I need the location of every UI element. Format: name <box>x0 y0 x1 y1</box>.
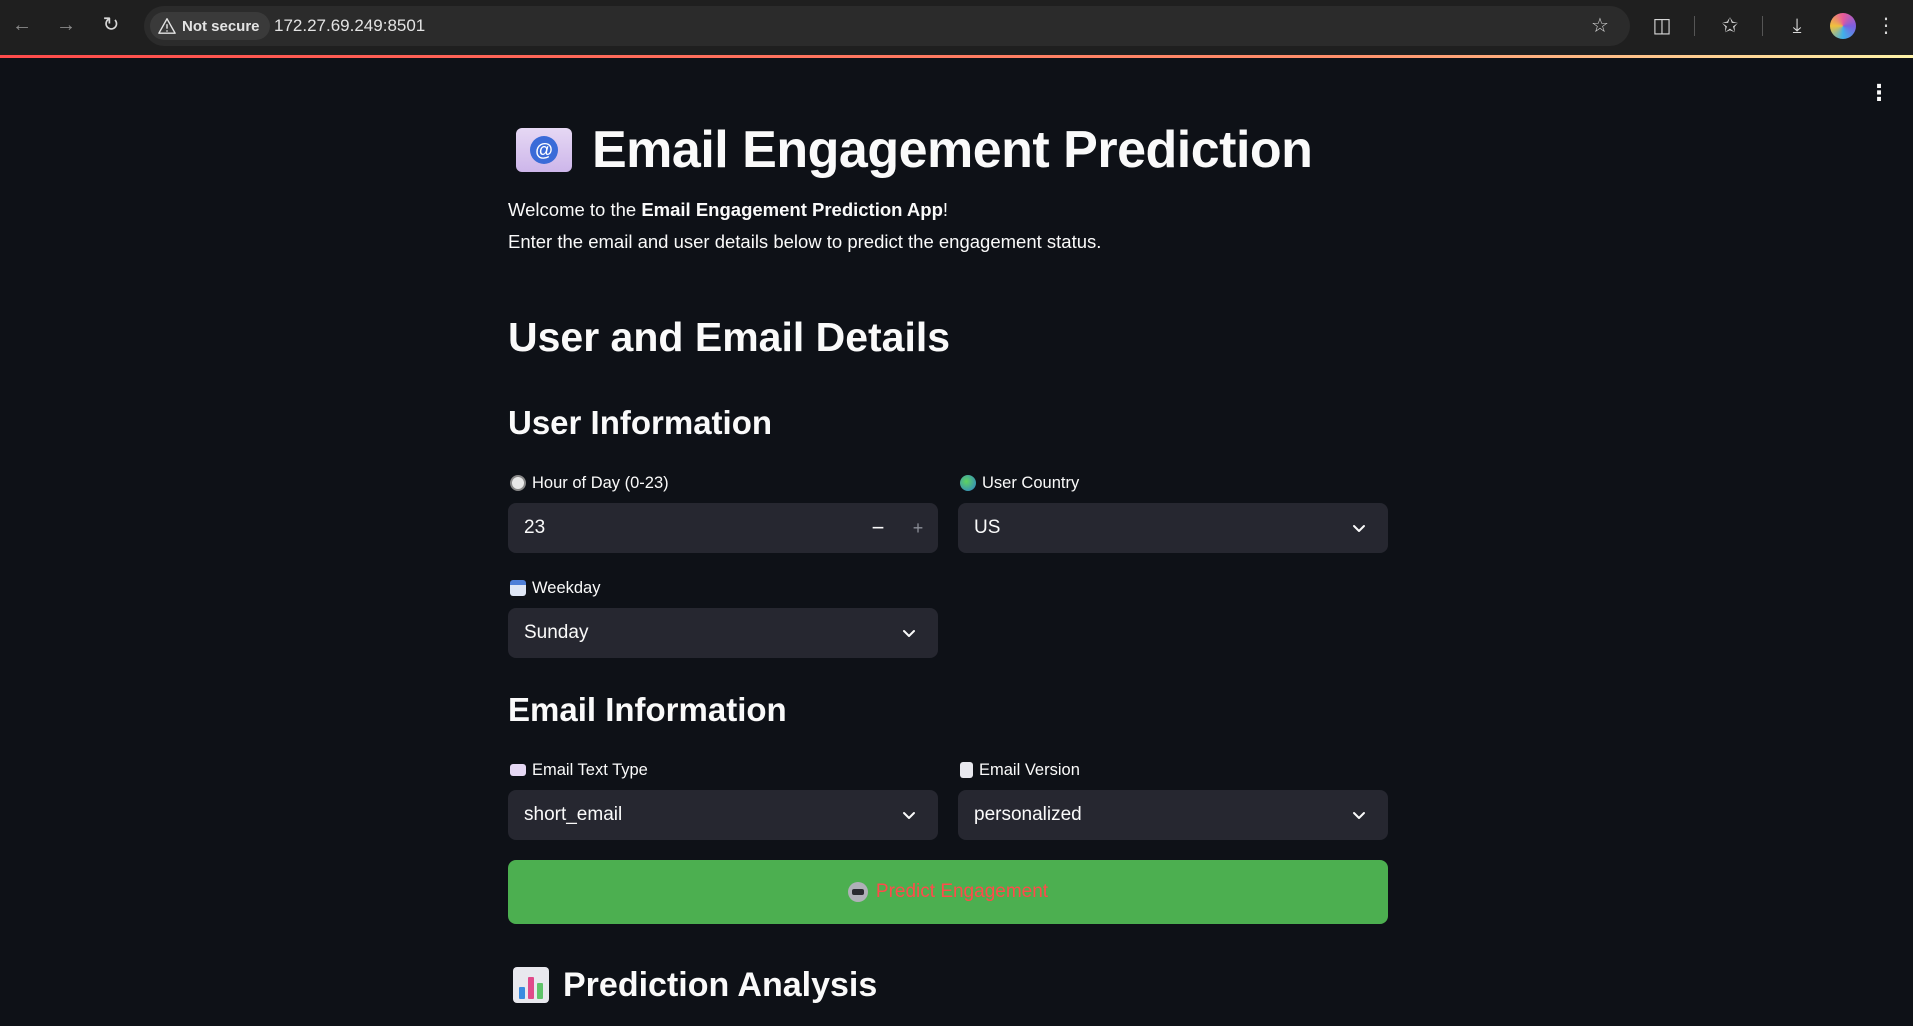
reload-icon[interactable]: ↻ <box>98 12 124 38</box>
email-version-value: personalized <box>974 804 1082 825</box>
extensions-icon[interactable]: ◫ <box>1648 12 1676 40</box>
page-icon <box>960 762 973 778</box>
envelope-icon <box>510 764 526 776</box>
weekday-label-text: Weekday <box>532 578 601 597</box>
clock-icon <box>510 475 526 491</box>
analysis-heading: Prediction Analysis <box>563 965 878 1004</box>
hour-number-input[interactable]: 23 − + <box>508 503 938 553</box>
email-icon <box>516 128 572 172</box>
chevron-down-icon[interactable] <box>894 790 924 840</box>
intro-line2: Enter the email and user details below t… <box>508 231 1102 252</box>
chevron-down-icon[interactable] <box>894 608 924 658</box>
hour-label: Hour of Day (0-23) <box>510 471 669 495</box>
section-heading: User and Email Details <box>508 314 951 360</box>
page-title: Email Engagement Prediction <box>592 121 1313 179</box>
email-version-label-text: Email Version <box>979 760 1080 779</box>
user-info-heading: User Information <box>508 404 773 441</box>
email-text-type-value: short_email <box>524 804 623 825</box>
hour-increment-button[interactable]: + <box>898 503 938 553</box>
email-version-select[interactable]: personalized <box>958 790 1388 840</box>
country-label-text: User Country <box>982 473 1080 492</box>
warning-icon <box>158 18 176 34</box>
email-text-type-label-text: Email Text Type <box>532 760 648 779</box>
email-text-type-select[interactable]: short_email <box>508 790 938 840</box>
email-text-type-label: Email Text Type <box>510 758 648 782</box>
hour-decrement-button[interactable]: − <box>858 503 898 553</box>
intro-suffix: ! <box>942 199 949 220</box>
bookmarks-icon[interactable]: ✩ <box>1716 12 1744 40</box>
weekday-select[interactable]: Sunday <box>508 608 938 658</box>
email-info-heading: Email Information <box>508 691 787 728</box>
calendar-icon <box>510 580 526 596</box>
chevron-down-icon[interactable] <box>1344 503 1374 553</box>
hour-label-text: Hour of Day (0-23) <box>532 473 669 492</box>
title-row: Email Engagement Prediction <box>516 110 1313 190</box>
toolbar-divider <box>1694 16 1695 36</box>
forward-icon[interactable]: → <box>53 12 79 38</box>
email-version-label: Email Version <box>960 758 1080 782</box>
address-bar[interactable]: Not secure 172.27.69.249:8501 ☆ <box>144 6 1630 46</box>
bar-chart-icon <box>513 967 549 1003</box>
security-chip[interactable]: Not secure <box>150 12 270 40</box>
back-icon[interactable]: ← <box>9 12 35 38</box>
intro-bold: Email Engagement Prediction App <box>641 199 943 220</box>
browser-toolbar: ← → ↻ Not secure 172.27.69.249:8501 ☆ ◫ … <box>0 0 1913 55</box>
download-icon[interactable]: ⤓ <box>1783 12 1811 40</box>
toolbar-divider <box>1762 16 1763 36</box>
profile-avatar[interactable] <box>1830 13 1856 39</box>
hour-value[interactable]: 23 <box>524 517 858 539</box>
predict-engagement-button[interactable]: Predict Engagement <box>508 860 1388 924</box>
robot-icon <box>847 882 868 902</box>
weekday-label: Weekday <box>510 576 600 600</box>
country-select[interactable]: US <box>958 503 1388 553</box>
main-content: Email Engagement Prediction Welcome to t… <box>508 58 1388 1026</box>
globe-icon <box>960 475 976 491</box>
country-value: US <box>974 517 1001 538</box>
weekday-value: Sunday <box>524 622 589 643</box>
predict-button-label: Predict Engagement <box>875 881 1049 902</box>
chevron-down-icon[interactable] <box>1344 790 1374 840</box>
intro-prefix: Welcome to the <box>508 199 642 220</box>
browser-menu-icon[interactable]: ⋮ <box>1872 12 1900 40</box>
country-label: User Country <box>960 471 1079 495</box>
bookmark-star-icon[interactable]: ☆ <box>1588 14 1612 38</box>
intro-text: Welcome to the Email Engagement Predicti… <box>508 194 1101 258</box>
analysis-heading-row: Prediction Analysis <box>513 960 877 1010</box>
app-menu-icon[interactable]: ⋮ <box>1868 82 1890 104</box>
url-text[interactable]: 172.27.69.249:8501 <box>274 6 425 46</box>
security-label: Not secure <box>182 17 260 35</box>
